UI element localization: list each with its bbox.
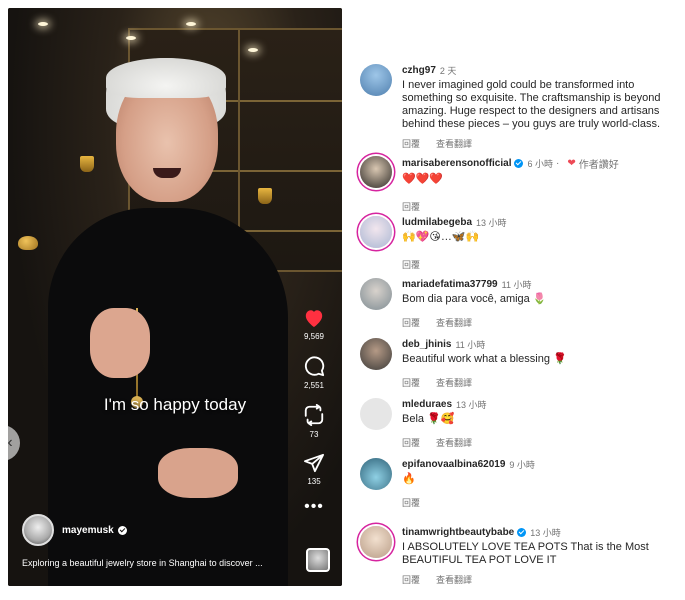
person-hand [90, 308, 150, 378]
reply-button[interactable]: 回覆 [402, 202, 420, 212]
verified-icon [117, 525, 127, 535]
comment-text: 🙌💖😘…🦋🙌 [402, 231, 480, 243]
share-button[interactable]: 135 [303, 453, 325, 486]
ceiling-light [126, 36, 136, 40]
see-translation-button[interactable]: 查看翻譯 [436, 318, 472, 328]
video-caption: I'm so happy today [103, 395, 247, 414]
comment-time: 6 小時 [527, 159, 553, 169]
comment-username[interactable]: czhg97 [402, 65, 436, 76]
repost-button[interactable]: 73 [303, 404, 325, 439]
reply-button[interactable]: 回覆 [402, 318, 420, 328]
avatar[interactable] [360, 64, 392, 96]
comment-time: 11 小時 [501, 280, 532, 290]
comment-time: 11 小時 [455, 340, 486, 350]
comment-text: ❤️❤️❤️ [402, 173, 444, 185]
ceiling-light [186, 22, 196, 26]
comment-icon [304, 356, 325, 377]
author-liked-badge: ❤ 作者讚好 [567, 158, 619, 171]
comment-button[interactable]: 2,551 [303, 355, 325, 390]
comment-time: 2 天 [439, 66, 457, 76]
see-translation-button[interactable]: 查看翻譯 [436, 378, 472, 388]
like-button[interactable]: 9,569 [303, 308, 325, 341]
avatar[interactable] [360, 526, 392, 558]
comment-username[interactable]: mariadefatima37799 [402, 279, 498, 290]
comment-text: Bom dia para você, amiga 🌷 [402, 293, 547, 305]
comment-text: Bela 🌹🥰 [402, 413, 455, 425]
gold-cup [80, 156, 94, 172]
avatar[interactable] [360, 216, 392, 248]
reel-owner[interactable]: mayemusk [22, 514, 127, 546]
ceiling-light [248, 48, 258, 52]
comments-count: 2,551 [303, 381, 325, 390]
reply-button[interactable]: 回覆 [402, 139, 420, 149]
comment-time: 9 小時 [509, 460, 535, 470]
repost-icon [304, 404, 324, 426]
avatar[interactable] [360, 458, 392, 490]
ceiling-light [38, 22, 48, 26]
avatar[interactable] [360, 156, 392, 188]
send-icon [303, 453, 324, 473]
avatar[interactable] [360, 398, 392, 430]
avatar[interactable] [22, 514, 54, 546]
display-cabinet [238, 28, 342, 272]
comment-time: 13 小時 [530, 528, 561, 538]
avatar[interactable] [360, 278, 392, 310]
comment-text: I never imagined gold could be transform… [402, 79, 661, 130]
video-frame [8, 8, 342, 586]
comment-text: I ABSOLUTELY LOVE TEA POTS That is the M… [402, 541, 649, 566]
comment-username[interactable]: ludmilabegeba [402, 217, 472, 228]
gold-cup [258, 188, 272, 204]
comment-username[interactable]: epifanovaalbina62019 [402, 459, 505, 470]
comment-username[interactable]: marisaberensonofficial [402, 158, 511, 169]
comment-username[interactable]: tinamwrightbeautybabe [402, 527, 514, 538]
gold-teapot [18, 236, 38, 250]
reel-actions: 9,569 2,551 73 135 ••• [296, 308, 332, 516]
shares-count: 135 [307, 477, 321, 486]
reply-button[interactable]: 回覆 [402, 438, 420, 448]
reel-video[interactable]: I'm so happy today 9,569 2,551 73 135 ••… [8, 8, 342, 586]
reply-button[interactable]: 回覆 [402, 260, 420, 270]
audio-thumbnail[interactable] [306, 548, 330, 572]
likes-count: 9,569 [303, 332, 325, 341]
see-translation-button[interactable]: 查看翻譯 [436, 438, 472, 448]
comment-time: 13 小時 [476, 218, 507, 228]
reply-button[interactable]: 回覆 [402, 378, 420, 388]
heart-icon: ❤ [567, 158, 576, 169]
see-translation-button[interactable]: 查看翻譯 [436, 139, 472, 149]
verified-icon [514, 159, 524, 168]
reel-description[interactable]: Exploring a beautiful jewelry store in S… [22, 558, 302, 568]
comment-time: 13 小時 [456, 400, 487, 410]
comment-username[interactable]: deb_jhinis [402, 339, 451, 350]
verified-icon [517, 528, 527, 537]
owner-username[interactable]: mayemusk [62, 525, 114, 536]
reply-button[interactable]: 回覆 [402, 498, 420, 508]
heart-icon [305, 310, 323, 328]
comment-text: 🔥 [402, 473, 416, 485]
comment-text: Beautiful work what a blessing 🌹 [402, 353, 567, 365]
see-translation-button[interactable]: 查看翻譯 [436, 575, 472, 585]
reposts-count: 73 [309, 430, 319, 439]
comment-username[interactable]: mleduraes [402, 399, 452, 410]
avatar[interactable] [360, 338, 392, 370]
person-hand [158, 448, 238, 498]
more-options-button[interactable]: ••• [304, 498, 324, 516]
reply-button[interactable]: 回覆 [402, 575, 420, 585]
